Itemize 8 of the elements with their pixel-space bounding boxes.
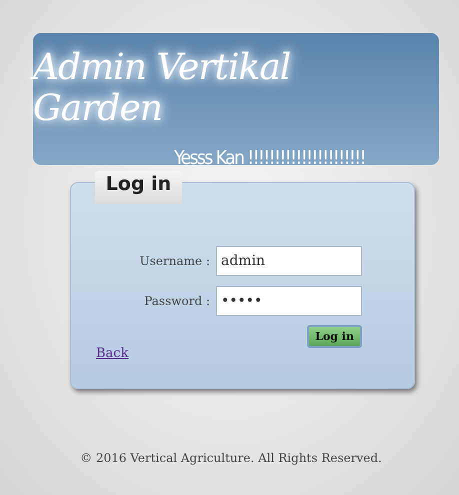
back-link[interactable]: Back <box>96 346 128 361</box>
input-field[interactable]: ••••• <box>216 286 362 316</box>
footer-text: © 2016 Vertical Agriculture. All Rights Reserved. <box>79 451 383 465</box>
site-subtitle: Yesss Kan !!!!!!!!!!!!!!!!!!!!!! <box>174 147 365 169</box>
field-label: Username : <box>140 254 210 268</box>
input-field[interactable]: admin <box>216 246 362 276</box>
login-button[interactable]: Log in <box>307 325 362 348</box>
field-label: Password : <box>144 294 210 308</box>
